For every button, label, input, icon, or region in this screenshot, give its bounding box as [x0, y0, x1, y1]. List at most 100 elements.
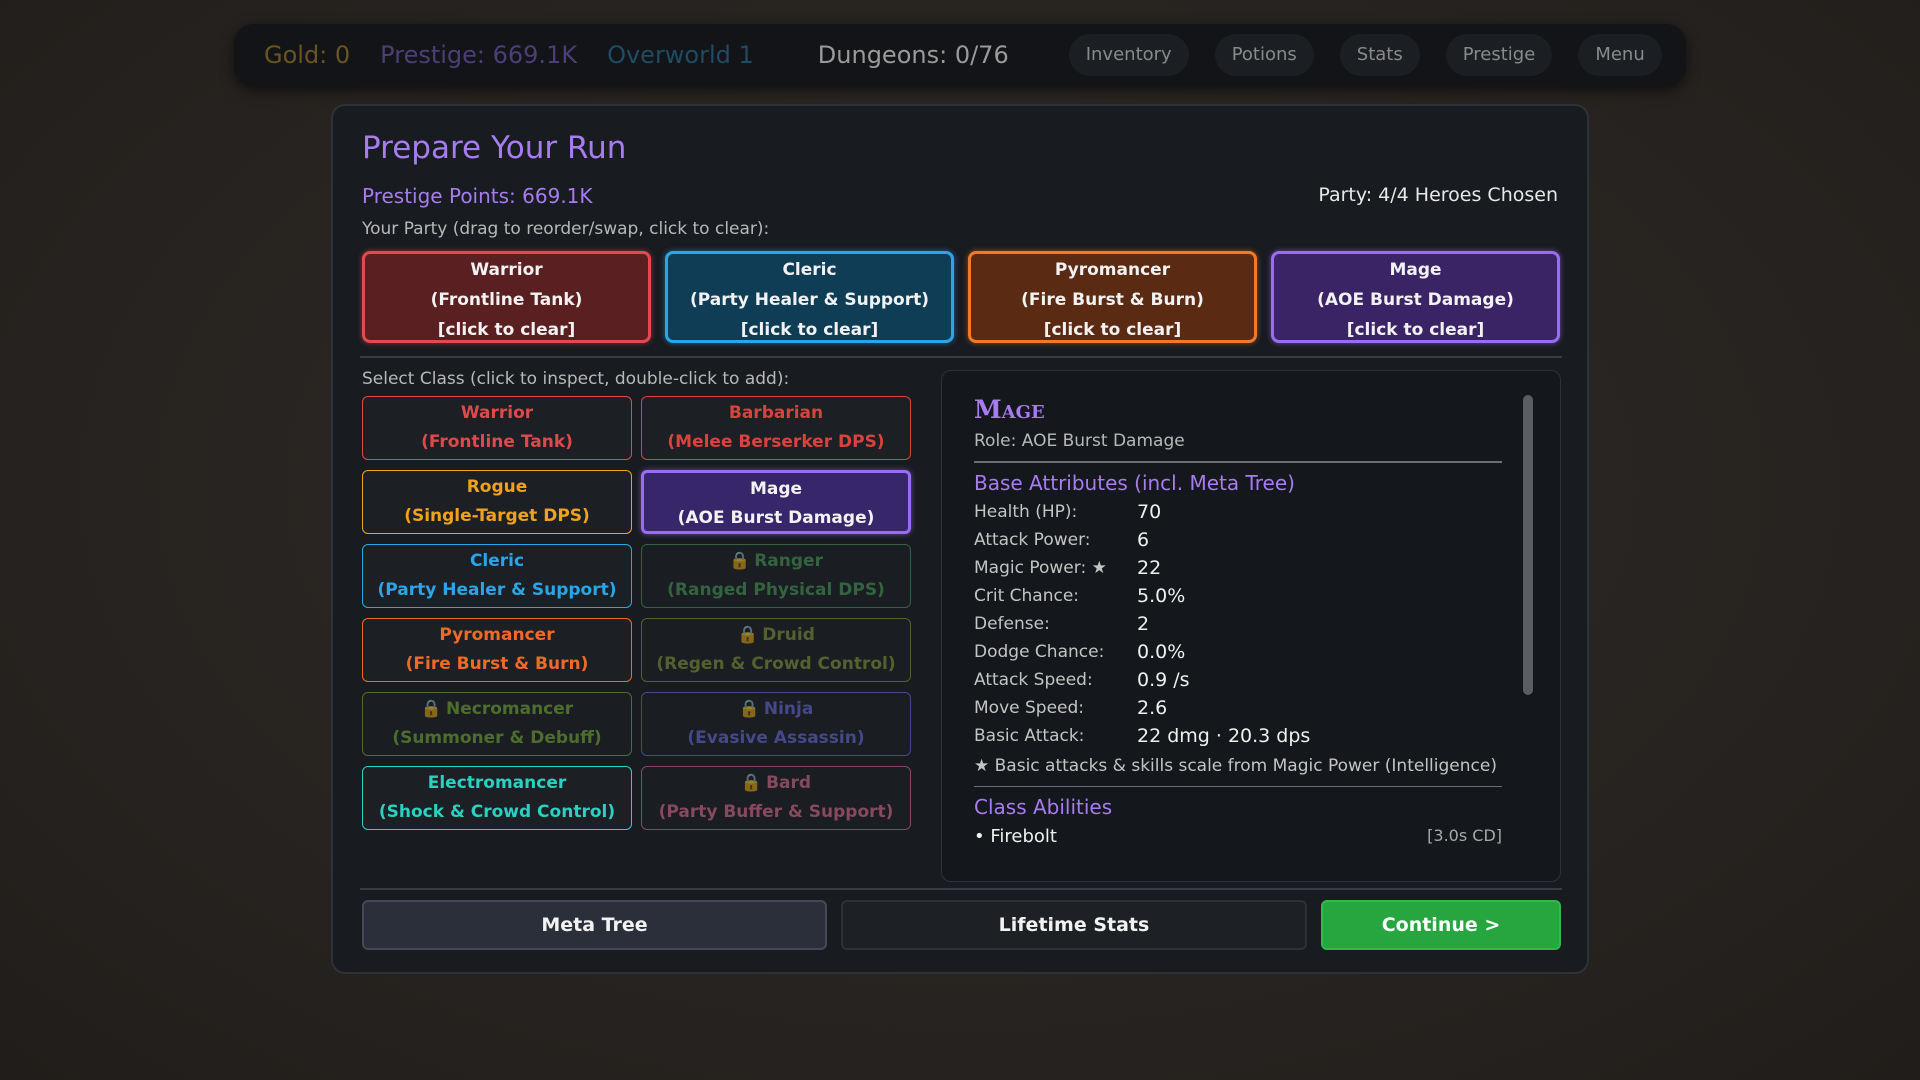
- party-slot-mage[interactable]: Mage (AOE Burst Damage) [click to clear]: [1271, 251, 1560, 343]
- class-role: (Shock & Crowd Control): [378, 802, 616, 822]
- meta-tree-button[interactable]: Meta Tree: [362, 900, 827, 950]
- class-card-cleric[interactable]: Cleric (Party Healer & Support): [362, 544, 632, 608]
- attribute-label: Dodge Chance:: [974, 641, 1105, 662]
- dungeons-counter: Dungeons: 0/76: [817, 41, 1009, 69]
- class-name: Rogue: [363, 473, 631, 502]
- attribute-value: 6: [1137, 528, 1150, 551]
- attribute-label: Basic Attack:: [974, 725, 1085, 746]
- attribute-row: Defense: 2: [974, 612, 1502, 635]
- party-slot-name: Pyromancer: [1054, 260, 1171, 280]
- class-role: (Evasive Assassin): [687, 728, 865, 748]
- class-name-text: Ninja: [763, 699, 814, 719]
- class-name: 🔒 Ranger: [642, 547, 910, 576]
- lock-icon: 🔒: [737, 625, 759, 645]
- select-hint: Select Class (click to inspect, double-c…: [362, 369, 790, 389]
- party-slot-role: (Fire Burst & Burn): [1021, 290, 1204, 310]
- prestige-points: Prestige Points: 669.1K: [362, 184, 593, 208]
- class-name-text: Pyromancer: [439, 625, 555, 645]
- class-role: (Fire Burst & Burn): [405, 654, 589, 674]
- attribute-row: Basic Attack: 22 dmg · 20.3 dps: [974, 724, 1502, 747]
- class-name: Electromancer: [363, 769, 631, 798]
- attribute-list: Health (HP): 70 Attack Power: 6 Magic Power:…: [974, 500, 1502, 747]
- ability-cooldown: [3.0s CD]: [1427, 826, 1502, 845]
- class-role: (AOE Burst Damage): [677, 508, 875, 528]
- class-name-text: Bard: [766, 773, 812, 793]
- stats-button[interactable]: Stats: [1339, 34, 1420, 76]
- class-name-text: Cleric: [469, 551, 525, 571]
- ability-name: • Firebolt: [974, 826, 1057, 847]
- class-name: 🔒 Necromancer: [363, 695, 631, 724]
- class-role: (Melee Berserker DPS): [667, 432, 885, 452]
- class-name-text: Warrior: [460, 403, 534, 423]
- page-title: Prepare Your Run: [362, 130, 627, 166]
- attribute-label: Attack Speed:: [974, 669, 1093, 690]
- party-slot-role: (AOE Burst Damage): [1317, 290, 1514, 310]
- scrollbar[interactable]: [1523, 395, 1533, 695]
- prepare-run-panel: Prepare Your Run Prestige Points: 669.1K…: [331, 104, 1589, 974]
- class-card-barbarian[interactable]: Barbarian (Melee Berserker DPS): [641, 396, 911, 460]
- party-slot-pyromancer[interactable]: Pyromancer (Fire Burst & Burn) [click to…: [968, 251, 1257, 343]
- class-name-text: Mage: [749, 479, 803, 499]
- attribute-value: 2.6: [1137, 696, 1168, 719]
- attribute-value: 5.0%: [1137, 584, 1186, 607]
- class-card-necromancer[interactable]: 🔒 Necromancer (Summoner & Debuff): [362, 692, 632, 756]
- class-name: 🔒 Bard: [642, 769, 910, 798]
- class-card-pyromancer[interactable]: Pyromancer (Fire Burst & Burn): [362, 618, 632, 682]
- gold-counter: Gold: 0: [264, 41, 351, 69]
- party-slot-warrior[interactable]: Warrior (Frontline Tank) [click to clear…: [362, 251, 651, 343]
- prestige-button[interactable]: Prestige: [1445, 34, 1553, 76]
- lifetime-stats-button[interactable]: Lifetime Stats: [841, 900, 1307, 950]
- class-card-rogue[interactable]: Rogue (Single-Target DPS): [362, 470, 632, 534]
- lock-icon: 🔒: [420, 699, 442, 719]
- party-hint: Your Party (drag to reorder/swap, click …: [362, 219, 770, 239]
- attribute-value: 2: [1137, 612, 1150, 635]
- attribute-value: 22 dmg · 20.3 dps: [1137, 724, 1311, 747]
- class-name: Pyromancer: [363, 621, 631, 650]
- inventory-button[interactable]: Inventory: [1068, 34, 1189, 76]
- attribute-row: Crit Chance: 5.0%: [974, 584, 1502, 607]
- party-slot-action: [click to clear]: [740, 320, 879, 340]
- overworld-label: Overworld 1: [607, 41, 754, 69]
- class-name-text: Necromancer: [445, 699, 574, 719]
- ability-firebolt: • Firebolt [3.0s CD]: [974, 826, 1502, 847]
- party-slot-cleric[interactable]: Cleric (Party Healer & Support) [click t…: [665, 251, 954, 343]
- class-card-bard[interactable]: 🔒 Bard (Party Buffer & Support): [641, 766, 911, 830]
- class-card-mage[interactable]: Mage (AOE Burst Damage): [641, 470, 911, 534]
- party-count: Party: 4/4 Heroes Chosen: [1318, 184, 1558, 206]
- class-role: (Party Healer & Support): [377, 580, 617, 600]
- prestige-counter: Prestige: 669.1K: [380, 41, 578, 69]
- continue-button[interactable]: Continue >: [1321, 900, 1561, 950]
- class-card-warrior[interactable]: Warrior (Frontline Tank): [362, 396, 632, 460]
- party-slot-name: Cleric: [782, 260, 837, 280]
- party-slot-role: (Party Healer & Support): [689, 290, 930, 310]
- attribute-label: Attack Power:: [974, 529, 1091, 550]
- attribute-label: Defense:: [974, 613, 1050, 634]
- attribute-row: Attack Speed: 0.9 /s: [974, 669, 1502, 691]
- class-role: (Single-Target DPS): [404, 506, 590, 526]
- inspect-role: Role: AOE Burst Damage: [974, 431, 1185, 451]
- class-card-druid[interactable]: 🔒 Druid (Regen & Crowd Control): [641, 618, 911, 682]
- inspect-class-name: Mage: [974, 395, 1045, 424]
- lock-icon: 🔒: [740, 773, 763, 793]
- attribute-value: 70: [1137, 500, 1162, 523]
- attribute-row: Health (HP): 70: [974, 500, 1502, 523]
- party-slot-action: [click to clear]: [437, 320, 576, 340]
- attribute-label: Magic Power: ★: [974, 557, 1107, 578]
- class-card-ninja[interactable]: 🔒 Ninja (Evasive Assassin): [641, 692, 911, 756]
- party-slot-action: [click to clear]: [1043, 320, 1182, 340]
- party-slot-name: Mage: [1389, 260, 1442, 280]
- attribute-label: Health (HP):: [974, 501, 1078, 522]
- class-inspector: Mage Role: AOE Burst Damage Base Attribu…: [941, 370, 1561, 882]
- party-slot-name: Warrior: [470, 260, 543, 280]
- attribute-row: Magic Power: ★ 22: [974, 557, 1502, 579]
- class-name: Barbarian: [642, 399, 910, 428]
- class-card-electromancer[interactable]: Electromancer (Shock & Crowd Control): [362, 766, 632, 830]
- class-card-ranger[interactable]: 🔒 Ranger (Ranged Physical DPS): [641, 544, 911, 608]
- class-name-text: Rogue: [466, 477, 528, 497]
- attribute-label: Crit Chance:: [974, 585, 1080, 606]
- menu-button[interactable]: Menu: [1578, 34, 1662, 76]
- class-name: 🔒 Druid: [642, 621, 910, 650]
- divider: [974, 461, 1502, 463]
- class-name: Warrior: [363, 399, 631, 428]
- potions-button[interactable]: Potions: [1214, 34, 1314, 76]
